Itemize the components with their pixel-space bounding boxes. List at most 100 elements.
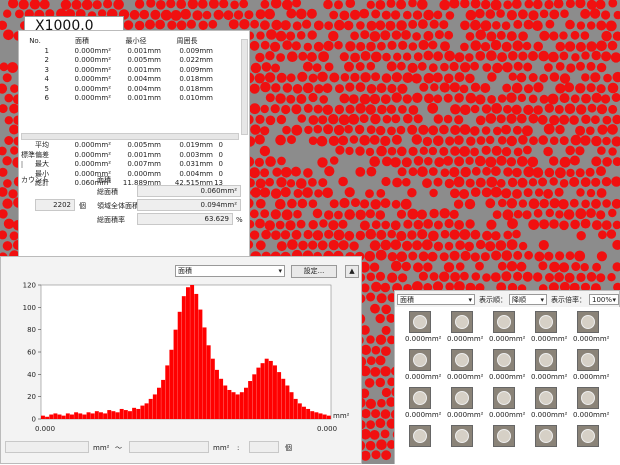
- particle-mark: [486, 9, 496, 19]
- particle-mark: [150, 10, 160, 20]
- particle-mark: [538, 115, 548, 125]
- particle-icon: [581, 353, 595, 367]
- particle-thumbnail[interactable]: [577, 349, 599, 371]
- particle-mark: [265, 156, 276, 167]
- histogram-bar: [186, 287, 190, 419]
- particle-mark: [370, 367, 380, 377]
- particle-thumbnail[interactable]: [409, 311, 431, 333]
- particle-mark: [513, 251, 522, 260]
- order-select[interactable]: 降順: [509, 294, 547, 305]
- particle-mark: [328, 114, 338, 124]
- settings-button[interactable]: 設定...: [291, 265, 337, 278]
- stats-row: 最小0.000mm²0.000mm0.004mm0: [21, 170, 223, 180]
- particle-mark: [454, 177, 465, 188]
- particle-thumbnail[interactable]: [451, 349, 473, 371]
- particle-mark: [360, 199, 369, 208]
- particle-thumbnail[interactable]: [493, 387, 515, 409]
- particle-mark: [501, 271, 511, 281]
- particle-mark: [502, 147, 511, 156]
- particle-mark: [556, 42, 566, 52]
- particle-mark: [392, 135, 402, 145]
- particle-mark: [430, 272, 439, 281]
- histogram-bar: [227, 390, 231, 419]
- table-row[interactable]: 50.000mm²0.004mm0.018mm: [21, 85, 213, 95]
- particle-thumbnail[interactable]: [535, 311, 557, 333]
- particle-thumbnail[interactable]: [493, 425, 515, 447]
- particle-thumbnail[interactable]: [535, 425, 557, 447]
- particle-mark: [597, 251, 607, 261]
- particle-mark: [349, 94, 359, 104]
- particle-icon: [581, 391, 595, 405]
- histogram-bar: [240, 392, 244, 419]
- table-row[interactable]: 40.000mm²0.004mm0.018mm: [21, 75, 213, 85]
- particle-mark: [187, 20, 196, 29]
- particle-thumbnail[interactable]: [577, 387, 599, 409]
- particle-mark: [318, 115, 327, 124]
- particle-mark: [424, 73, 435, 84]
- scale-select[interactable]: 100%: [589, 294, 619, 305]
- table-row[interactable]: 10.000mm²0.001mm0.009mm: [21, 47, 213, 57]
- histogram-bar: [87, 412, 91, 419]
- particle-mark: [356, 210, 366, 220]
- particle-mark: [366, 441, 376, 451]
- col-header-min-diameter[interactable]: 最小径: [111, 37, 161, 47]
- range-min-input[interactable]: [5, 441, 89, 453]
- particle-mark: [365, 251, 376, 262]
- particle-thumbnail[interactable]: [577, 425, 599, 447]
- particle-mark: [277, 115, 286, 124]
- particle-thumbnail[interactable]: [451, 425, 473, 447]
- table-row[interactable]: 20.000mm²0.005mm0.022mm: [21, 56, 213, 66]
- particle-mark: [256, 240, 266, 250]
- particle-thumbnail[interactable]: [535, 349, 557, 371]
- particle-mark: [502, 250, 513, 261]
- particle-mark: [548, 94, 559, 105]
- particle-mark: [324, 210, 333, 219]
- table-horizontal-scrollbar[interactable]: [21, 133, 239, 140]
- table-row[interactable]: 30.000mm²0.001mm0.009mm: [21, 66, 213, 76]
- particle-thumbnail[interactable]: [409, 349, 431, 371]
- thumbnail-metric-select[interactable]: 面積: [397, 294, 475, 305]
- particle-mark: [370, 304, 380, 314]
- particle-thumbnail[interactable]: [451, 387, 473, 409]
- particle-mark: [491, 251, 501, 261]
- particle-mark: [398, 105, 407, 114]
- particle-mark: [387, 273, 397, 283]
- particle-mark: [456, 262, 465, 271]
- particle-mark: [244, 10, 253, 19]
- collapse-button[interactable]: ▲: [345, 265, 359, 278]
- particle-thumbnail[interactable]: [409, 425, 431, 447]
- particle-thumbnail[interactable]: [493, 349, 515, 371]
- col-header-no[interactable]: No.: [21, 37, 53, 47]
- table-cell: 0.001mm: [111, 94, 161, 104]
- particle-thumbnail[interactable]: [451, 311, 473, 333]
- col-header-perimeter[interactable]: 周囲長: [161, 37, 213, 47]
- particle-mark: [513, 40, 524, 51]
- particle-mark: [444, 94, 453, 103]
- particle-mark: [575, 146, 584, 155]
- particle-mark: [260, 209, 269, 218]
- table-row[interactable]: 60.000mm²0.001mm0.010mm: [21, 94, 213, 104]
- table-vertical-scrollbar[interactable]: [241, 39, 248, 135]
- histogram-metric-select[interactable]: 面積: [175, 265, 285, 277]
- particle-mark: [586, 41, 596, 51]
- histogram-bar: [161, 380, 165, 419]
- particle-mark: [382, 388, 391, 397]
- particle-mark: [423, 10, 434, 21]
- particle-mark: [291, 167, 301, 177]
- particle-mark: [486, 220, 496, 230]
- particle-mark: [282, 209, 293, 220]
- range-max-input[interactable]: [129, 441, 209, 453]
- particle-thumbnail[interactable]: [409, 387, 431, 409]
- particle-mark: [381, 409, 391, 419]
- particle-mark: [502, 42, 512, 52]
- particle-mark: [409, 105, 419, 115]
- particle-mark: [391, 220, 401, 230]
- particle-mark: [261, 41, 270, 50]
- particle-mark: [397, 147, 407, 157]
- col-header-area[interactable]: 面積: [53, 37, 111, 47]
- particle-mark: [417, 166, 428, 177]
- particle-mark: [214, 10, 224, 20]
- particle-thumbnail[interactable]: [493, 311, 515, 333]
- particle-thumbnail[interactable]: [577, 311, 599, 333]
- particle-thumbnail[interactable]: [535, 387, 557, 409]
